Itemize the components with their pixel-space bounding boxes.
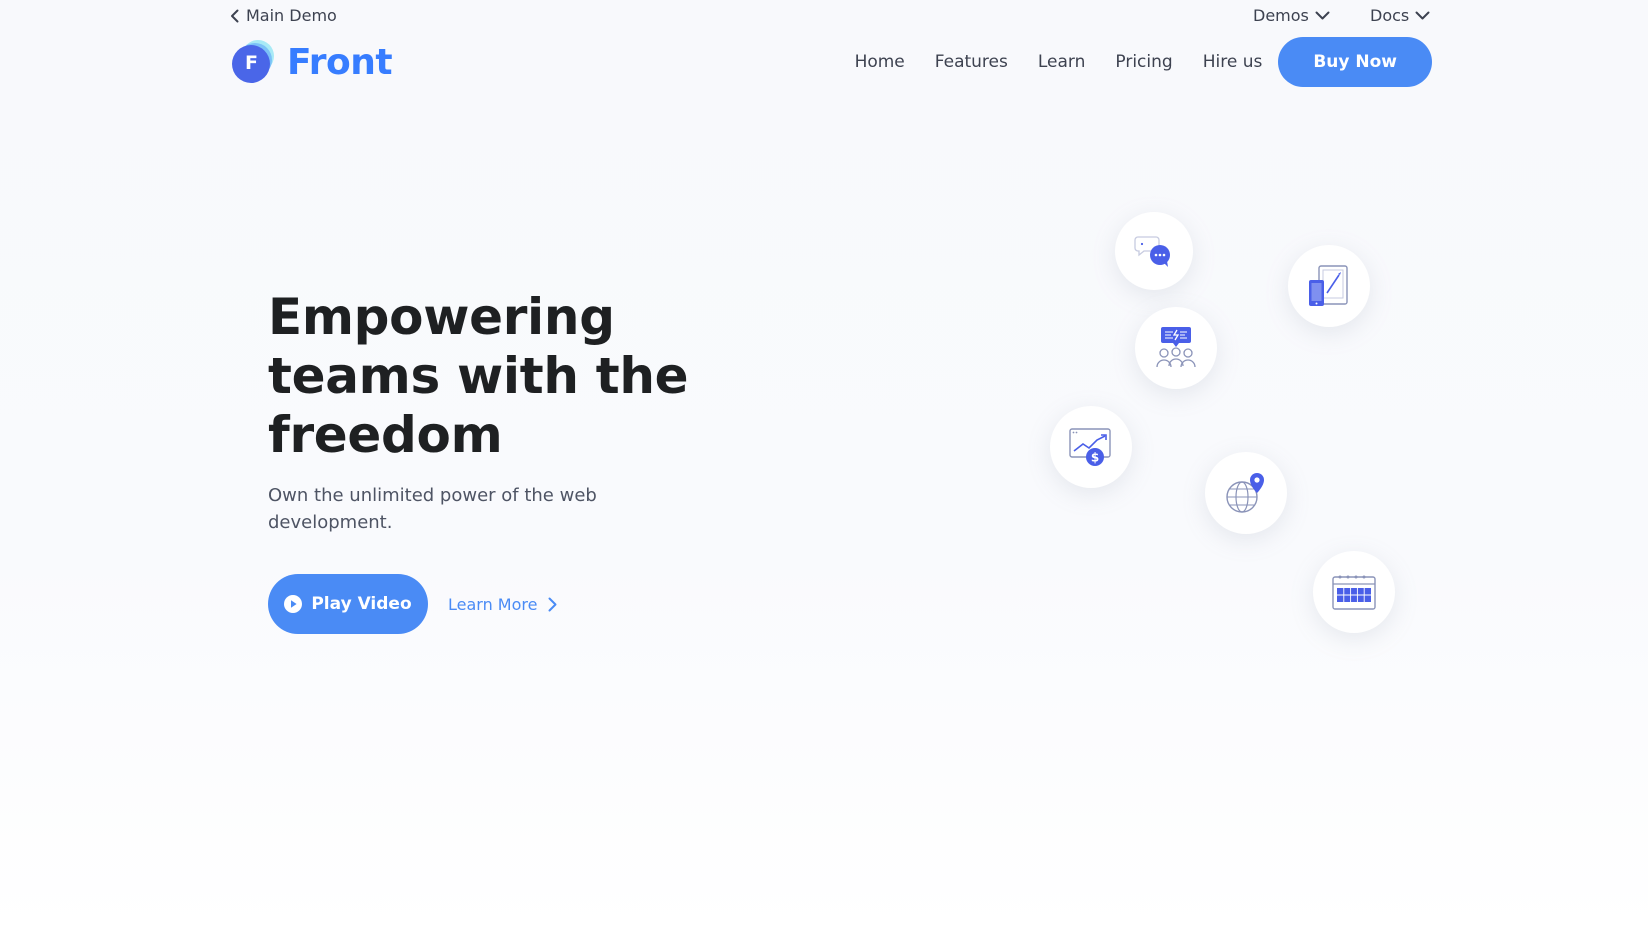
play-video-label: Play Video	[311, 594, 412, 614]
logo-mark-icon: F	[231, 39, 277, 85]
play-circle-icon	[284, 595, 303, 613]
hero-actions: Play Video Learn More	[268, 574, 557, 634]
svg-text:$: $	[1091, 451, 1099, 465]
chat-bubbles-icon	[1115, 212, 1193, 290]
play-video-button[interactable]: Play Video	[268, 574, 428, 634]
hero-title-line: freedom	[268, 406, 503, 464]
buy-now-button[interactable]: Buy Now	[1278, 37, 1432, 87]
hero-title-line: teams with the	[268, 347, 689, 405]
demos-dropdown-label: Demos	[1253, 6, 1309, 25]
learn-more-link[interactable]: Learn More	[448, 595, 557, 614]
chevron-down-icon	[1415, 11, 1430, 20]
top-bar: Main Demo Demos Docs	[0, 0, 1648, 34]
learn-more-label: Learn More	[448, 594, 538, 614]
globe-pin-icon	[1205, 452, 1287, 534]
demos-dropdown[interactable]: Demos	[1253, 6, 1330, 25]
nav-item-learn[interactable]: Learn	[1038, 52, 1086, 72]
hero-subtitle: Own the unlimited power of the web devel…	[268, 485, 597, 533]
chevron-left-icon	[231, 9, 239, 22]
calendar-icon	[1313, 551, 1395, 633]
team-chat-icon	[1135, 307, 1217, 389]
chevron-right-icon	[548, 597, 557, 611]
nav-item-pricing[interactable]: Pricing	[1115, 52, 1172, 72]
back-link-label: Main Demo	[246, 6, 337, 25]
brand-name: Front	[287, 41, 393, 83]
back-to-main-demo-link[interactable]: Main Demo	[230, 6, 337, 25]
hero-title: Empowering teams with the freedom	[268, 288, 728, 465]
nav-item-home[interactable]: Home	[855, 52, 905, 72]
devices-icon	[1288, 245, 1370, 327]
main-nav: Home Features Learn Pricing Hire us Buy …	[855, 36, 1432, 88]
finance-chart-icon: $	[1050, 406, 1132, 488]
docs-dropdown[interactable]: Docs	[1370, 6, 1430, 25]
hero-title-line: Empowering	[268, 288, 615, 346]
nav-item-hire-us[interactable]: Hire us	[1203, 52, 1263, 72]
nav-item-features[interactable]: Features	[935, 52, 1008, 72]
docs-dropdown-label: Docs	[1370, 6, 1410, 25]
chevron-down-icon	[1315, 11, 1330, 20]
logo-letter: F	[245, 52, 258, 74]
brand-logo[interactable]: F Front	[231, 39, 393, 85]
